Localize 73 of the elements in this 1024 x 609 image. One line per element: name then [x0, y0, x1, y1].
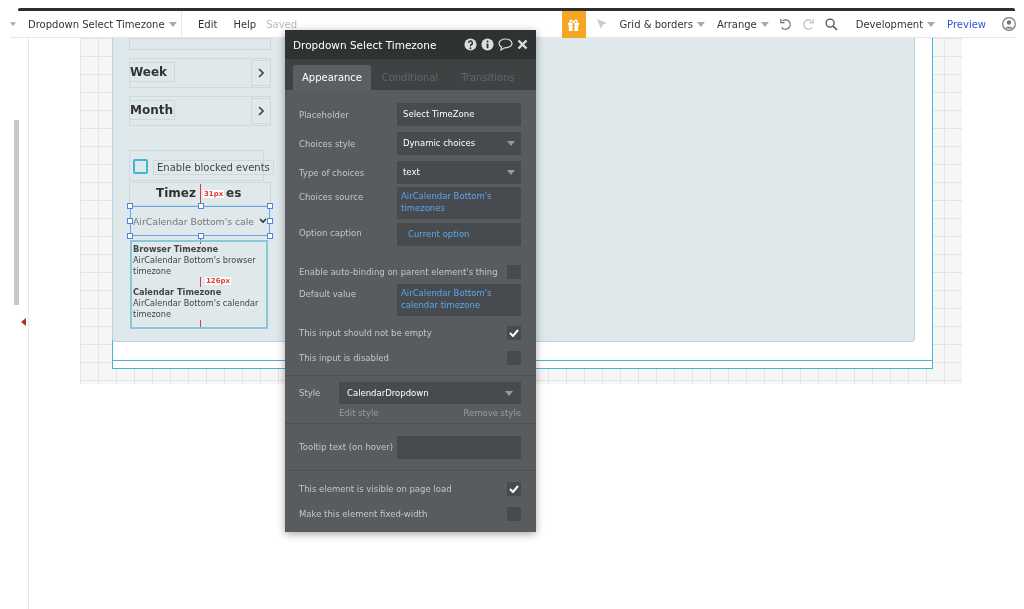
row-label: Week: [129, 62, 175, 82]
menu-item[interactable]: Edit: [198, 18, 218, 30]
resize-handle[interactable]: [198, 203, 204, 209]
caret-icon: [10, 22, 16, 26]
gift-button[interactable]: [561, 10, 586, 38]
info-icon[interactable]: [481, 38, 494, 51]
field-label: Tooltip text (on hover): [299, 442, 394, 452]
help-icon[interactable]: [464, 38, 477, 51]
menu-item[interactable]: Help: [233, 18, 257, 30]
chevron-right-icon: [258, 68, 264, 78]
panel-tab[interactable]: Appearance: [293, 65, 371, 90]
toolbar-menu[interactable]: Grid & borders: [619, 18, 705, 30]
resize-handle[interactable]: [267, 233, 273, 239]
field-label: Default value: [299, 288, 356, 299]
scrollbar[interactable]: [14, 120, 19, 305]
user-avatar-icon[interactable]: [1002, 17, 1016, 31]
caret-icon: [505, 390, 513, 396]
expression-field[interactable]: AirCalendar Bottom's timezones: [397, 187, 521, 219]
resize-handle[interactable]: [127, 218, 133, 224]
toolbar-menu[interactable]: Arrange: [716, 18, 769, 30]
checkbox-label: This input is disabled: [299, 352, 389, 363]
resize-handle[interactable]: [127, 203, 133, 209]
style-select[interactable]: CalendarDropdown: [339, 382, 521, 404]
mode-menu[interactable]: Development: [855, 18, 936, 30]
search-icon[interactable]: [824, 17, 838, 31]
expression-field[interactable]: AirCalendar Bottom's calendar timezone: [397, 284, 521, 316]
checkbox[interactable]: [507, 325, 521, 340]
preview-link[interactable]: Preview: [947, 18, 986, 30]
caret-icon: [696, 21, 705, 27]
heading-text: Timez: [156, 186, 196, 200]
resize-handle[interactable]: [267, 218, 273, 224]
field-label: Choices source: [299, 191, 364, 202]
resize-handle[interactable]: [127, 233, 133, 239]
caret-icon: [507, 141, 515, 146]
select-field[interactable]: text: [397, 161, 521, 184]
checkbox-label: This input should not be empty: [299, 327, 432, 338]
row-label: Month: [129, 100, 175, 120]
caret-icon: [507, 170, 515, 175]
row-outline[interactable]: [129, 58, 271, 88]
expression-field[interactable]: Current option: [397, 223, 521, 246]
undo-icon[interactable]: [778, 17, 792, 31]
collapse-arrow-icon[interactable]: [21, 318, 26, 326]
panel-title: Dropdown Select Timezone: [293, 38, 437, 51]
caret-icon: [927, 21, 936, 27]
close-icon[interactable]: [517, 39, 528, 50]
field-label: Choices style: [299, 138, 356, 149]
checkbox-label: Enable auto-binding on parent element's thing: [299, 266, 498, 277]
resize-handle[interactable]: [267, 203, 273, 209]
timezone-dropdown[interactable]: AirCalendar Bottom's cale: [130, 206, 270, 236]
resize-handle[interactable]: [198, 233, 204, 239]
checkbox[interactable]: [133, 159, 148, 174]
save-status: Saved: [266, 18, 298, 30]
caret-icon: [760, 21, 769, 27]
checkbox-label: Enable blocked events: [153, 160, 274, 175]
checkbox-label: This element is visible on page load: [299, 483, 452, 494]
field-label: Type of choices: [299, 167, 365, 178]
option-title[interactable]: Calendar Timezone: [133, 287, 222, 299]
placeholder-field[interactable]: Select TimeZone: [397, 103, 521, 126]
option-title[interactable]: Browser Timezone: [133, 244, 219, 256]
comment-icon[interactable]: [498, 38, 513, 51]
chevron-right-icon: [258, 106, 264, 116]
row-outline[interactable]: [129, 96, 271, 126]
redo-icon[interactable]: [801, 17, 815, 31]
chevron-down-icon: [259, 218, 267, 224]
field-label: Placeholder: [299, 109, 349, 120]
page-selector[interactable]: Dropdown Select Timezone: [10, 10, 182, 38]
field-label: Option caption: [299, 227, 362, 238]
select-field[interactable]: Dynamic choices: [397, 132, 521, 155]
field-label: Style: [299, 388, 321, 398]
gift-icon: [567, 17, 580, 31]
checkbox[interactable]: [507, 481, 521, 496]
caret-icon: [169, 21, 177, 27]
checkbox-label: Make this element fixed-width: [299, 508, 428, 519]
